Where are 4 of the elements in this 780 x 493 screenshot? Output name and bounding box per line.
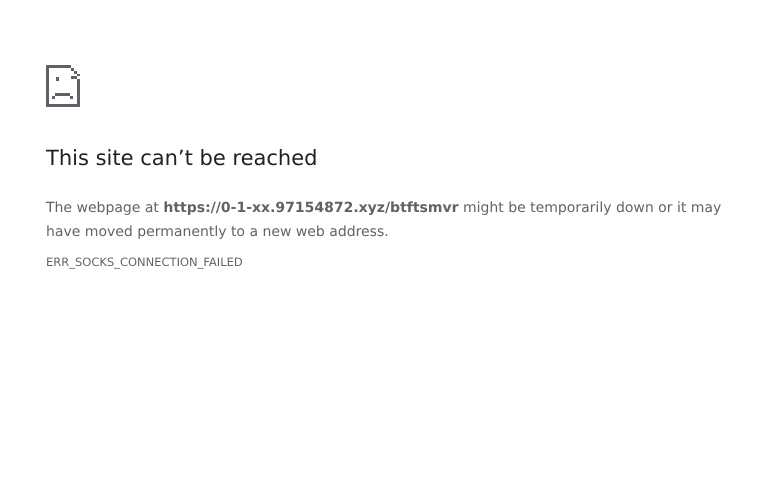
- error-code: ERR_SOCKS_CONNECTION_FAILED: [46, 255, 243, 269]
- error-heading: This site can’t be reached: [46, 145, 318, 172]
- error-message: The webpage at https://0-1-xx.97154872.xyz/btftsmvr might be temporarily down or it may have moved permanently to a new web address.: [46, 199, 722, 242]
- sad-page-icon: [46, 65, 80, 107]
